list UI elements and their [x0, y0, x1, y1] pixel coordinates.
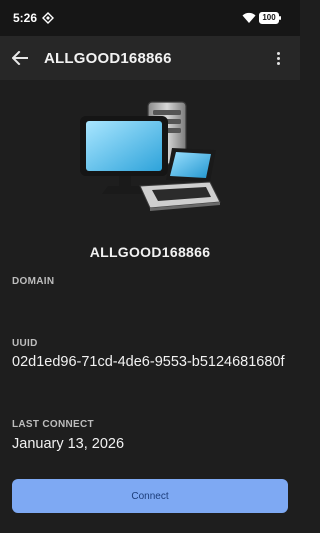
last-connect-value: January 13, 2026: [12, 436, 125, 452]
connect-button[interactable]: Connect: [12, 479, 288, 513]
status-bar: 5:26 100: [0, 0, 300, 36]
back-button[interactable]: [6, 44, 34, 72]
status-time: 5:26: [13, 11, 38, 25]
battery-indicator: 100: [259, 12, 282, 24]
sim-card-icon: [42, 12, 54, 24]
arrow-back-icon: [12, 51, 28, 65]
page-title: ALLGOOD168866: [44, 50, 172, 67]
device-name: ALLGOOD168866: [89, 244, 211, 260]
uuid-value: 02d1ed96-71cd-4de6-9553-b5124681680f: [12, 354, 285, 370]
app-bar: ALLGOOD168866: [0, 36, 300, 80]
desktop-and-laptop-icon: [80, 101, 221, 211]
last-connect-label: LAST CONNECT: [12, 419, 94, 430]
wifi-icon: [242, 12, 256, 23]
domain-label: DOMAIN: [12, 276, 55, 287]
uuid-label: UUID: [12, 338, 38, 349]
more-options-button[interactable]: [268, 46, 288, 70]
battery-level: 100: [262, 13, 276, 22]
battery-tip: [279, 16, 281, 20]
